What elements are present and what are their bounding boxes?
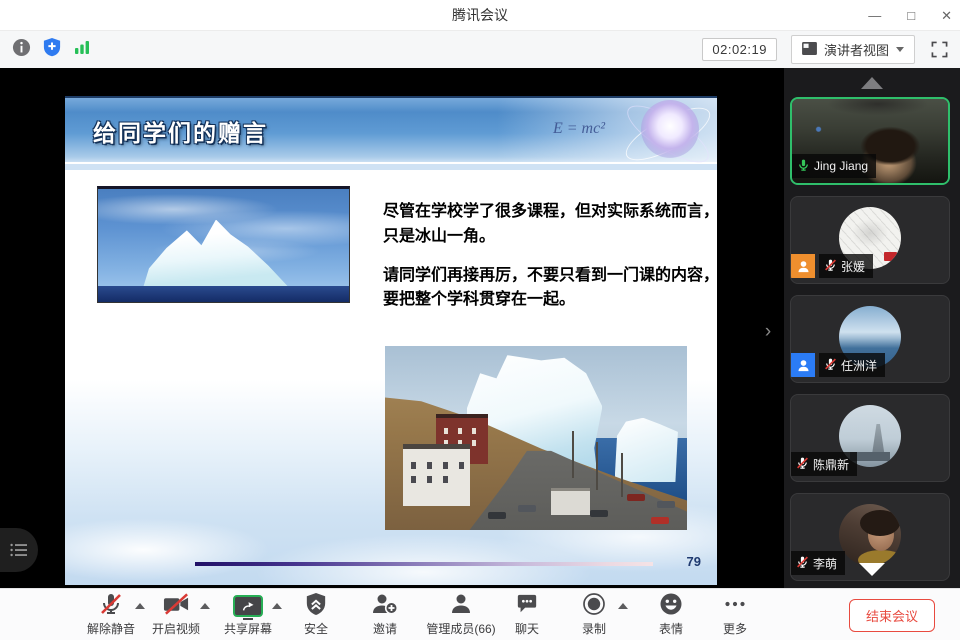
network-signal-icon[interactable] [73, 38, 91, 61]
participant-tile[interactable]: 张媛 [790, 196, 950, 284]
end-meeting-button[interactable]: 结束会议 [849, 599, 935, 632]
chat-bubble-icon [515, 593, 539, 620]
minimize-button[interactable]: — [868, 9, 881, 22]
window-title: 腾讯会议 [0, 0, 960, 30]
slide-progress-line [195, 562, 653, 566]
chevron-down-icon [896, 47, 904, 52]
record-circle-icon [582, 592, 606, 621]
list-icon [10, 543, 28, 557]
titlebar: 腾讯会议 — □ ✕ [0, 0, 960, 30]
host-badge-icon [791, 254, 815, 278]
meeting-window: 腾讯会议 — □ ✕ 02:02:19 演讲者视图 [0, 0, 960, 640]
mic-muted-icon [824, 258, 837, 275]
more-button[interactable]: 更多 [690, 593, 780, 637]
mic-muted-icon [99, 592, 123, 621]
meeting-toolbar-top: 02:02:19 演讲者视图 [0, 30, 960, 68]
view-mode-button[interactable]: 演讲者视图 [791, 35, 915, 64]
participant-name: Jing Jiang [814, 159, 868, 173]
mic-on-icon [797, 158, 810, 175]
participant-name: 李萌 [813, 555, 837, 572]
slide-title: 给同学们的赠言 [93, 114, 268, 148]
iceberg-sea-image [97, 186, 350, 303]
flag-icon [884, 252, 897, 261]
camera-off-icon [163, 592, 190, 621]
share-screen-icon [233, 595, 263, 617]
invite-person-plus-icon [372, 592, 398, 621]
participant-tile[interactable]: 任洲洋 [790, 295, 950, 383]
meeting-info-icon[interactable] [12, 38, 31, 62]
main-area: 给同学们的赠言 E = mc² 尽管在学校学了很多课程，但对实际系统而言，只是冰… [0, 68, 960, 588]
emc2-formula: E = mc² [553, 120, 605, 138]
protection-shield-icon[interactable] [43, 37, 61, 62]
mic-muted-icon [824, 357, 837, 374]
security-shield-icon [305, 592, 327, 621]
meeting-toolbar-bottom: 解除静音 开启视频 共享屏幕 [0, 588, 960, 640]
maximize-button[interactable]: □ [907, 9, 915, 22]
slide-page-number: 79 [687, 554, 701, 569]
small-iceberg-shape [615, 418, 678, 482]
meeting-timer: 02:02:19 [702, 38, 777, 61]
person-icon [449, 592, 473, 621]
participant-name: 张媛 [841, 258, 865, 275]
layout-view-icon [802, 42, 817, 58]
view-mode-label: 演讲者视图 [824, 40, 889, 59]
mic-muted-icon [796, 555, 809, 572]
atom-orb-icon [641, 100, 699, 158]
participant-name: 陈鼎新 [813, 456, 849, 473]
ferryland-iceberg-image [385, 346, 687, 530]
slide-header-banner: 给同学们的赠言 E = mc² [65, 96, 717, 162]
fullscreen-button[interactable] [931, 41, 948, 58]
presentation-slide: 给同学们的赠言 E = mc² 尽管在学校学了很多课程，但对实际系统而言，只是冰… [65, 96, 717, 585]
participant-tile[interactable]: 陈鼎新 [790, 394, 950, 482]
mic-muted-icon [796, 456, 809, 473]
participant-list-flap-button[interactable] [0, 528, 38, 572]
slide-paragraph-2: 请同学们再接再厉，不要只看到一门课的内容，要把整个学科贯穿在一起。 [383, 264, 717, 314]
slide-paragraph-1: 尽管在学校学了很多课程，但对实际系统而言，只是冰山一角。 [383, 200, 717, 250]
scroll-up-arrow-icon[interactable] [861, 77, 883, 89]
slide-body-text: 尽管在学校学了很多课程，但对实际系统而言，只是冰山一角。 请同学们再接再厉，不要… [383, 200, 717, 327]
close-button[interactable]: ✕ [941, 9, 952, 22]
ellipsis-icon [723, 592, 747, 621]
shared-screen-stage: 给同学们的赠言 E = mc² 尽管在学校学了很多课程，但对实际系统而言，只是冰… [0, 68, 784, 588]
white-house [403, 444, 469, 507]
cohost-badge-icon [791, 353, 815, 377]
expand-sidebar-chevron-icon[interactable]: › [760, 318, 776, 346]
smiley-face-icon [659, 592, 683, 621]
participants-sidebar: Jing Jiang 张媛 [784, 68, 960, 588]
avatar [839, 504, 901, 566]
scroll-down-arrow-icon[interactable] [859, 563, 885, 576]
participant-tile[interactable]: Jing Jiang [790, 97, 950, 185]
participant-name: 任洲洋 [841, 357, 877, 374]
